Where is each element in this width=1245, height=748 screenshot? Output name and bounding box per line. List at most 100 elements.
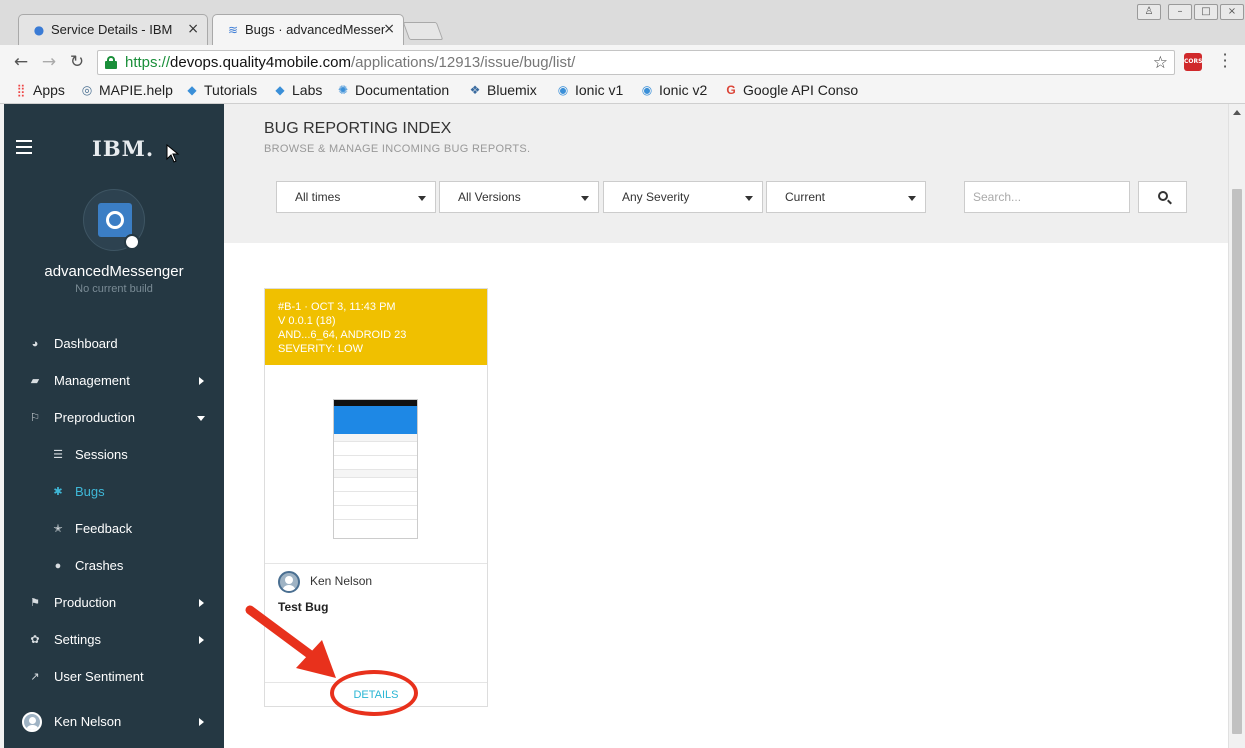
- time-filter-select[interactable]: All times: [276, 181, 436, 213]
- user-avatar: [22, 712, 42, 732]
- bookmark-labs[interactable]: ◆ Labs: [273, 82, 322, 98]
- sidebar-item-sessions[interactable]: ☰ Sessions: [4, 440, 224, 470]
- close-window-button[interactable]: ×: [1220, 4, 1244, 20]
- main-content: BUG REPORTING INDEX BROWSE & MANAGE INCO…: [224, 104, 1228, 748]
- version-filter-select[interactable]: All Versions: [439, 181, 599, 213]
- address-bar[interactable]: https://devops.quality4mobile.com/applic…: [97, 50, 1175, 75]
- gear-icon: ✿: [30, 634, 40, 646]
- profile-icon[interactable]: ♙: [1137, 4, 1161, 20]
- bookmark-documentation[interactable]: ✺ Documentation: [336, 82, 449, 98]
- tab-title: Service Details - IBM: [51, 22, 173, 37]
- app-avatar[interactable]: [83, 189, 145, 251]
- divider: [265, 563, 487, 564]
- cors-extension-icon[interactable]: CORS: [1184, 53, 1202, 71]
- scroll-up-arrow-icon[interactable]: [1233, 110, 1241, 115]
- status-filter-select[interactable]: Current: [766, 181, 926, 213]
- sidebar-item-bugs[interactable]: ✱ Bugs: [4, 477, 224, 507]
- ibm-logo: IBM.: [92, 136, 155, 161]
- sidebar-item-management[interactable]: ▰ Management: [4, 366, 224, 396]
- bookmark-apps[interactable]: ⣿ Apps: [14, 82, 65, 98]
- chevron-down-icon: [197, 416, 205, 421]
- scroll-thumb[interactable]: [1232, 189, 1242, 734]
- tab-title: Bugs · advancedMessenger: [245, 22, 385, 37]
- annotation-arrow-icon: [245, 605, 336, 678]
- app-name: advancedMessenger: [44, 263, 184, 280]
- info-icon: ●: [54, 560, 62, 572]
- chevron-right-icon: [199, 377, 204, 385]
- android-badge-icon: [124, 234, 140, 250]
- caret-down-icon: [418, 196, 426, 201]
- bookmark-mapie[interactable]: ◎ MAPIE.help: [80, 82, 173, 98]
- tab-strip: ● Service Details - IBM × ≋ Bugs · advan…: [0, 0, 1245, 45]
- chevron-right-icon: [199, 599, 204, 607]
- search-input[interactable]: [964, 181, 1130, 213]
- bookmark-star-icon[interactable]: ☆: [1153, 51, 1168, 74]
- lock-icon: [105, 56, 117, 69]
- apps-grid-icon: ⣿: [16, 83, 26, 97]
- browser-toolbar: ← → ↻ https://devops.quality4mobile.com/…: [0, 45, 1245, 79]
- bug-icon: ✱: [53, 486, 63, 498]
- bug-author: Ken Nelson: [310, 574, 373, 588]
- dashboard-icon: ◕: [31, 338, 39, 350]
- bookmark-tutorials[interactable]: ◆ Tutorials: [185, 82, 257, 98]
- bug-card-header: #B-1 · OCT 3, 11:43 PM V 0.0.1 (18) AND.…: [265, 289, 487, 365]
- maximize-button[interactable]: □: [1194, 4, 1218, 20]
- bug-id-date: #B-1 · OCT 3, 11:43 PM: [278, 301, 396, 313]
- labs-icon: ◆: [275, 83, 285, 97]
- reload-icon[interactable]: ↻: [66, 51, 88, 73]
- new-tab-button[interactable]: [402, 22, 444, 40]
- line-chart-icon: ↗: [30, 671, 40, 683]
- flag-checkered-icon: ⚑: [30, 597, 40, 609]
- url-text: https://devops.quality4mobile.com/applic…: [125, 54, 576, 71]
- flag-outline-icon: ⚐: [30, 412, 40, 424]
- author-avatar: [278, 571, 300, 593]
- bookmark-google-api[interactable]: G Google API Conso: [724, 82, 858, 98]
- search-button[interactable]: [1138, 181, 1187, 213]
- mapie-icon: ◎: [81, 83, 93, 97]
- hamburger-menu-icon[interactable]: [16, 140, 32, 154]
- caret-down-icon: [581, 196, 589, 201]
- forward-arrow-icon[interactable]: →: [38, 51, 60, 73]
- annotation-circle: [330, 670, 418, 716]
- page-scrollbar[interactable]: [1228, 104, 1245, 748]
- wifi-favicon-icon: ≋: [227, 23, 239, 37]
- sidebar-item-dashboard[interactable]: ◕ Dashboard: [4, 329, 224, 359]
- caret-down-icon: [908, 196, 916, 201]
- back-arrow-icon[interactable]: ←: [10, 51, 32, 73]
- close-tab-icon[interactable]: ×: [383, 21, 395, 37]
- bug-device: AND...6_64, ANDROID 23: [278, 329, 407, 341]
- caret-down-icon: [745, 196, 753, 201]
- severity-filter-select[interactable]: Any Severity: [603, 181, 763, 213]
- sidebar-item-feedback[interactable]: ✭ Feedback: [4, 514, 224, 544]
- sidebar-item-settings[interactable]: ✿ Settings: [4, 625, 224, 655]
- bluemix-favicon-icon: ●: [33, 23, 45, 37]
- sidebar-item-crashes[interactable]: ● Crashes: [4, 551, 224, 581]
- tab-service-details[interactable]: ● Service Details - IBM ×: [18, 14, 208, 45]
- chevron-right-icon: [199, 718, 204, 726]
- page-subtitle: BROWSE & MANAGE INCOMING BUG REPORTS.: [264, 143, 531, 155]
- sidebar-item-production[interactable]: ⚑ Production: [4, 588, 224, 618]
- minimize-button[interactable]: –: [1168, 4, 1192, 20]
- app-icon: [98, 203, 132, 237]
- briefcase-icon: ▰: [30, 375, 40, 387]
- close-tab-icon[interactable]: ×: [187, 21, 199, 37]
- page-header: BUG REPORTING INDEX BROWSE & MANAGE INCO…: [224, 104, 1228, 243]
- bookmark-ionic-v1[interactable]: ◉ Ionic v1: [556, 82, 624, 98]
- bluemix-icon: ❖: [469, 83, 481, 97]
- sidebar-item-user-sentiment[interactable]: ↗ User Sentiment: [4, 662, 224, 692]
- list-icon: ☰: [53, 449, 63, 461]
- bookmark-bluemix[interactable]: ❖ Bluemix: [468, 82, 537, 98]
- ionic-icon: ◉: [557, 83, 569, 97]
- sidebar-item-preproduction[interactable]: ⚐ Preproduction: [4, 403, 224, 433]
- build-status: No current build: [75, 283, 153, 295]
- bookmarks-bar: ⣿ Apps ◎ MAPIE.help ◆ Tutorials ◆ Labs ✺ Docu…: [0, 79, 1245, 103]
- bookmark-ionic-v2[interactable]: ◉ Ionic v2: [640, 82, 708, 98]
- tab-bugs[interactable]: ≋ Bugs · advancedMessenger ×: [212, 14, 404, 45]
- mouse-cursor-icon: [166, 144, 180, 163]
- page-title: BUG REPORTING INDEX: [264, 120, 452, 137]
- bug-screenshot-thumbnail[interactable]: [333, 399, 418, 539]
- browser-menu-icon[interactable]: · · ·: [1218, 47, 1232, 75]
- sidebar-item-user[interactable]: Ken Nelson: [4, 707, 224, 737]
- documentation-icon: ✺: [337, 83, 349, 97]
- browser-chrome: ● Service Details - IBM × ≋ Bugs · advan…: [0, 0, 1245, 104]
